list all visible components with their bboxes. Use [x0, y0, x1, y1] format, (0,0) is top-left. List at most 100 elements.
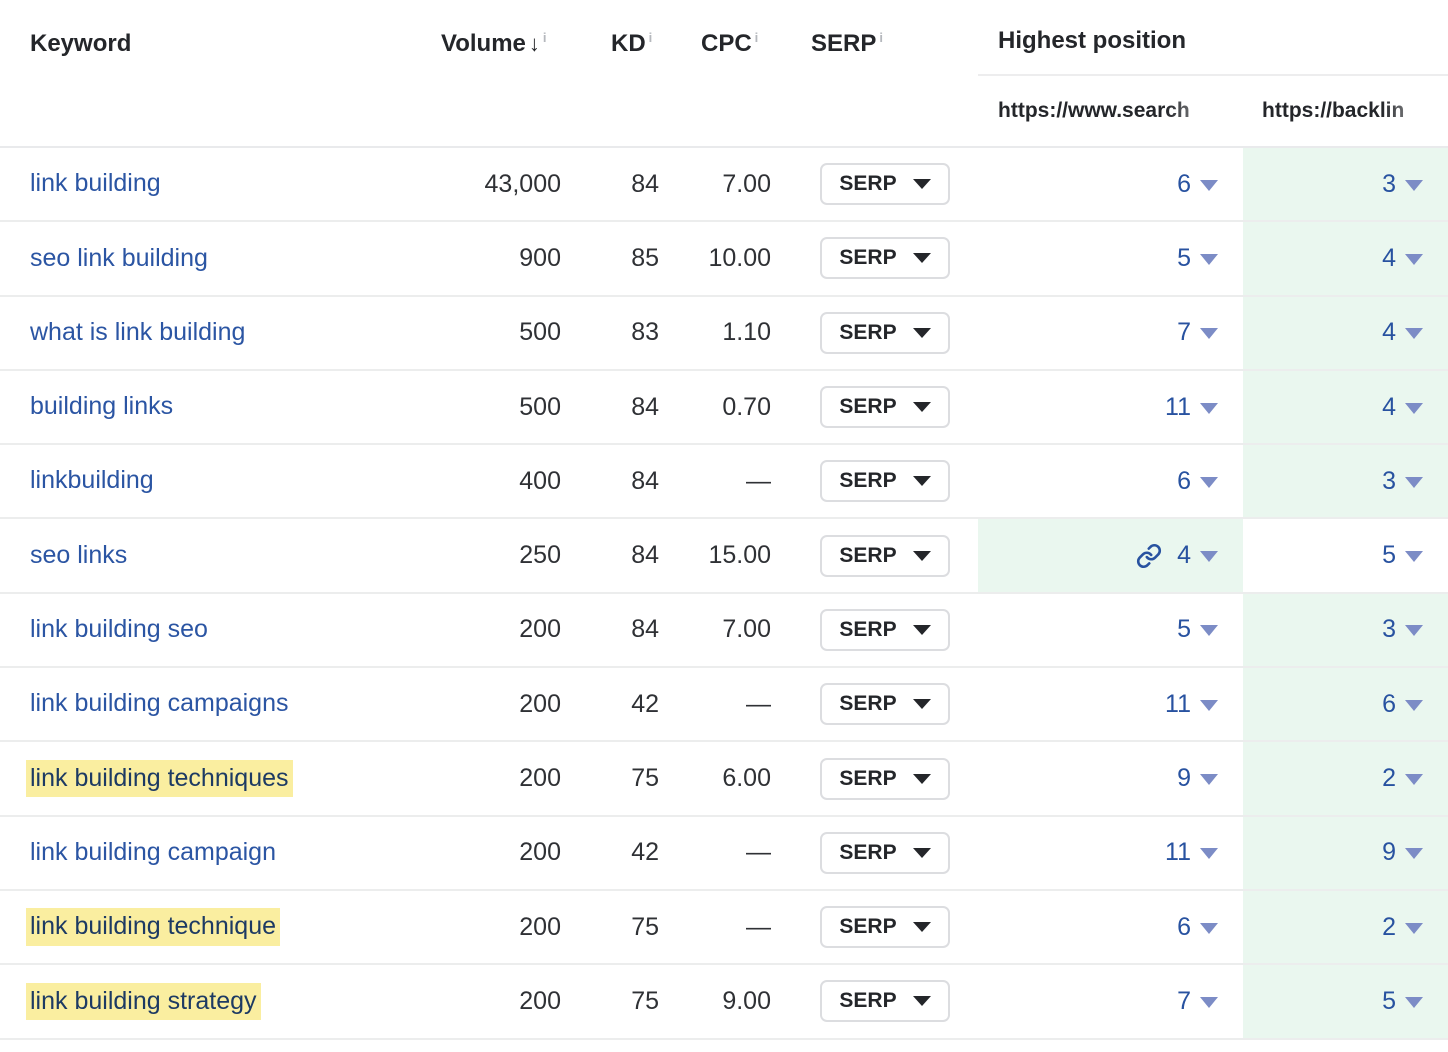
- cell-kd: 83: [566, 297, 661, 369]
- table-row: seo links2508415.00SERP45: [0, 519, 1448, 593]
- cell-highest-position-url-2: 4: [1243, 222, 1448, 294]
- position-dropdown-url-2[interactable]: 4: [1382, 244, 1423, 273]
- column-header-volume[interactable]: Volume↓i: [441, 30, 547, 58]
- position-dropdown-url-2[interactable]: 4: [1382, 393, 1423, 422]
- position-dropdown-url-2[interactable]: 2: [1382, 764, 1423, 793]
- position-dropdown-url-1[interactable]: 6: [1177, 913, 1218, 942]
- position-dropdown-url-1[interactable]: 5: [1177, 244, 1218, 273]
- table-row: link building campaigns20042—SERP116: [0, 668, 1448, 742]
- position-dropdown-url-1[interactable]: 4: [1136, 541, 1218, 570]
- position-dropdown-url-2[interactable]: 3: [1382, 615, 1423, 644]
- serp-dropdown-button[interactable]: SERP: [820, 312, 950, 354]
- keyword-link[interactable]: link building strategy: [26, 983, 261, 1021]
- column-header-serp[interactable]: SERPi: [811, 30, 883, 58]
- position-dropdown-url-1[interactable]: 6: [1177, 467, 1218, 496]
- keyword-link[interactable]: seo links: [30, 539, 127, 573]
- position-dropdown-url-1[interactable]: 11: [1165, 838, 1218, 867]
- position-dropdown-url-2[interactable]: 4: [1382, 318, 1423, 347]
- cell-serp: SERP: [790, 148, 980, 220]
- keyword-link[interactable]: link building campaigns: [30, 687, 288, 721]
- serp-dropdown-button[interactable]: SERP: [820, 386, 950, 428]
- volume-value: 200: [519, 987, 561, 1016]
- keyword-link[interactable]: link building techniques: [26, 760, 293, 798]
- position-dropdown-url-2[interactable]: 5: [1382, 541, 1423, 570]
- keyword-link[interactable]: what is link building: [30, 316, 245, 350]
- column-header-volume-label: Volume: [441, 30, 526, 57]
- serp-dropdown-button[interactable]: SERP: [820, 460, 950, 502]
- position-dropdown-url-2[interactable]: 6: [1382, 690, 1423, 719]
- table-row: linkbuilding40084—SERP63: [0, 445, 1448, 519]
- cell-serp: SERP: [790, 445, 980, 517]
- serp-dropdown-button[interactable]: SERP: [820, 683, 950, 725]
- keyword-link[interactable]: link building campaign: [30, 836, 276, 870]
- table-body: link building43,000847.00SERP63seo link …: [0, 148, 1448, 1040]
- position-value: 7: [1177, 318, 1191, 347]
- cpc-value: 9.00: [722, 987, 771, 1016]
- position-dropdown-url-1[interactable]: 11: [1165, 690, 1218, 719]
- serp-dropdown-button[interactable]: SERP: [820, 832, 950, 874]
- kd-value: 75: [631, 913, 659, 942]
- column-header-url-1[interactable]: https://www.search: [998, 99, 1244, 123]
- info-icon-cpc[interactable]: i: [755, 30, 759, 45]
- chevron-down-icon: [1405, 848, 1423, 859]
- kd-value: 84: [631, 467, 659, 496]
- cell-cpc: 15.00: [661, 519, 773, 591]
- cell-kd: 75: [566, 891, 661, 963]
- keyword-link[interactable]: building links: [30, 390, 173, 424]
- cell-highest-position-url-1: 6: [978, 148, 1243, 220]
- column-header-kd-label: KD: [611, 30, 646, 57]
- keyword-link[interactable]: linkbuilding: [30, 464, 154, 498]
- position-dropdown-url-2[interactable]: 5: [1382, 987, 1423, 1016]
- column-header-keyword[interactable]: Keyword: [30, 30, 131, 58]
- serp-dropdown-button[interactable]: SERP: [820, 609, 950, 651]
- chevron-down-icon: [1405, 774, 1423, 785]
- column-header-kd[interactable]: KDi: [611, 30, 652, 58]
- chevron-down-icon: [1200, 328, 1218, 339]
- position-dropdown-url-2[interactable]: 3: [1382, 170, 1423, 199]
- position-dropdown-url-1[interactable]: 7: [1177, 987, 1218, 1016]
- cell-volume: 900: [380, 222, 566, 294]
- cell-volume: 200: [380, 891, 566, 963]
- keyword-link[interactable]: link building technique: [26, 908, 280, 946]
- keyword-link[interactable]: link building seo: [30, 613, 208, 647]
- serp-dropdown-button[interactable]: SERP: [820, 758, 950, 800]
- cell-volume: 200: [380, 594, 566, 666]
- position-dropdown-url-1[interactable]: 11: [1165, 393, 1218, 422]
- cell-cpc: 0.70: [661, 371, 773, 443]
- position-dropdown-url-2[interactable]: 9: [1382, 838, 1423, 867]
- keyword-link[interactable]: seo link building: [30, 242, 208, 276]
- sort-descending-icon[interactable]: ↓: [529, 31, 540, 56]
- serp-dropdown-button[interactable]: SERP: [820, 980, 950, 1022]
- serp-dropdown-button[interactable]: SERP: [820, 237, 950, 279]
- position-dropdown-url-1[interactable]: 5: [1177, 615, 1218, 644]
- keyword-link[interactable]: link building: [30, 167, 161, 201]
- position-dropdown-url-1[interactable]: 6: [1177, 170, 1218, 199]
- volume-value: 500: [519, 318, 561, 347]
- serp-dropdown-button[interactable]: SERP: [820, 163, 950, 205]
- cell-serp: SERP: [790, 891, 980, 963]
- position-dropdown-url-1[interactable]: 9: [1177, 764, 1218, 793]
- volume-value: 200: [519, 615, 561, 644]
- table-row: link building43,000847.00SERP63: [0, 148, 1448, 222]
- chevron-down-icon: [913, 774, 931, 784]
- position-dropdown-url-2[interactable]: 3: [1382, 467, 1423, 496]
- column-header-cpc-label: CPC: [701, 30, 752, 57]
- cpc-value: 6.00: [722, 764, 771, 793]
- info-icon-kd[interactable]: i: [649, 30, 653, 45]
- cell-cpc: 10.00: [661, 222, 773, 294]
- kd-value: 75: [631, 987, 659, 1016]
- serp-dropdown-button[interactable]: SERP: [820, 906, 950, 948]
- cell-serp: SERP: [790, 297, 980, 369]
- position-value: 6: [1382, 690, 1396, 719]
- column-header-url-2[interactable]: https://backlin: [1262, 99, 1448, 123]
- position-value: 11: [1165, 393, 1191, 422]
- position-dropdown-url-1[interactable]: 7: [1177, 318, 1218, 347]
- info-icon-volume[interactable]: i: [543, 30, 547, 45]
- column-header-cpc[interactable]: CPCi: [701, 30, 758, 58]
- cell-highest-position-url-1: 11: [978, 817, 1243, 889]
- info-icon-serp[interactable]: i: [879, 30, 883, 45]
- position-dropdown-url-2[interactable]: 2: [1382, 913, 1423, 942]
- chevron-down-icon: [1200, 403, 1218, 414]
- serp-dropdown-button[interactable]: SERP: [820, 535, 950, 577]
- cell-keyword: link building strategy: [0, 965, 430, 1037]
